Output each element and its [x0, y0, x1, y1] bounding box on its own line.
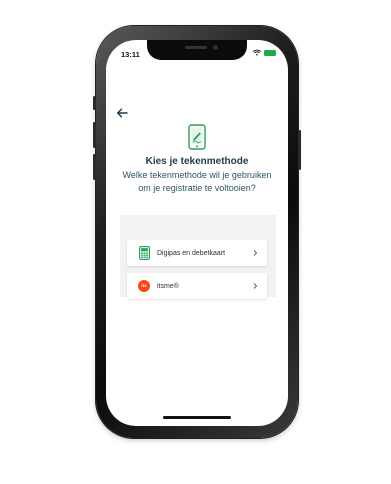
- page-title: Kies je tekenmethode: [145, 156, 249, 167]
- itsme-logo-icon: its me: [137, 279, 151, 300]
- front-camera: [213, 45, 218, 50]
- digipas-icon: [137, 246, 151, 260]
- speaker: [185, 46, 207, 49]
- chevron-right-icon: [253, 283, 258, 289]
- itsme-logo-text: its me: [138, 280, 150, 300]
- options-panel: Digipas en debetkaart its me itsme®: [120, 215, 276, 300]
- mute-switch: [93, 96, 96, 110]
- option-label: itsme®: [157, 282, 179, 290]
- battery-icon: [264, 50, 276, 56]
- status-time: 13:11: [121, 50, 140, 59]
- page-subtitle: Welke tekenmethode wil je gebruiken om j…: [122, 170, 272, 193]
- volume-up-button: [93, 122, 96, 148]
- volume-down-button: [93, 154, 96, 180]
- phone-signature-icon: [188, 124, 206, 150]
- side-button: [298, 130, 301, 170]
- wifi-icon: [253, 49, 261, 56]
- option-label: Digipas en debetkaart: [157, 249, 226, 257]
- option-digipas[interactable]: Digipas en debetkaart: [127, 240, 267, 266]
- notch: [147, 40, 247, 60]
- option-itsme[interactable]: its me itsme®: [127, 273, 267, 300]
- chevron-right-icon: [253, 250, 258, 256]
- phone-screen: 13:11 Kies je tekenmethode Welke tekenme…: [106, 40, 288, 426]
- home-indicator[interactable]: [163, 416, 231, 419]
- back-arrow-icon[interactable]: [116, 108, 128, 118]
- phone-frame: 13:11 Kies je tekenmethode Welke tekenme…: [93, 26, 301, 438]
